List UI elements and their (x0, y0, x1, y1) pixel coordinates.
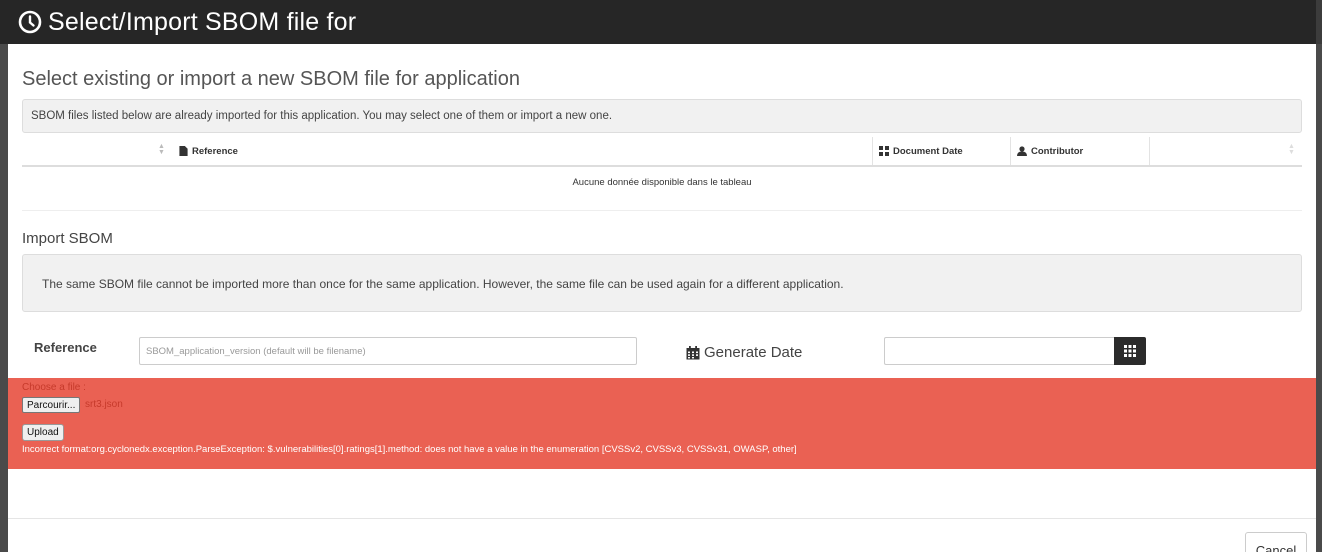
browse-file-button[interactable]: Parcourir... (22, 397, 81, 413)
sbom-table-header: ▲ ▼ Reference Document Date Contributor ▲… (22, 137, 1302, 167)
column-divider (872, 137, 873, 165)
table-empty-row: Aucune donnée disponible dans le tableau (22, 169, 1302, 211)
modal-header: Select/Import SBOM file for (0, 0, 1316, 44)
column-reference[interactable]: Reference (179, 137, 238, 165)
select-existing-title: Select existing or import a new SBOM fil… (22, 68, 520, 90)
existing-info-box: SBOM files listed below are already impo… (22, 99, 1302, 133)
choose-file-label: Choose a file : (22, 382, 86, 393)
column-contributor-label: Contributor (1031, 145, 1084, 157)
grid-icon (879, 146, 889, 156)
file-icon (179, 146, 188, 156)
calendar-icon (686, 345, 700, 359)
column-divider (1149, 137, 1150, 165)
calendar-grid-icon (1124, 345, 1136, 357)
column-document-date-label: Document Date (893, 145, 963, 157)
upload-button[interactable]: Upload (22, 424, 64, 441)
upload-error-message: Incorrect format:org.cyclonedx.exception… (22, 444, 797, 455)
modal-backdrop-right (1316, 44, 1322, 552)
import-note-box: The same SBOM file cannot be imported mo… (22, 254, 1302, 312)
modal-body: Select existing or import a new SBOM fil… (8, 44, 1316, 552)
column-divider (1010, 137, 1011, 165)
sort-arrows-icon[interactable]: ▲ ▼ (1288, 143, 1295, 156)
sort-arrows-icon[interactable]: ▲ ▼ (158, 143, 165, 156)
column-reference-label: Reference (192, 145, 238, 157)
date-picker-button[interactable] (1114, 337, 1146, 365)
generate-date-input[interactable] (884, 337, 1116, 365)
clock-icon (18, 10, 42, 34)
cancel-button[interactable]: Cancel (1245, 532, 1307, 552)
reference-input[interactable] (139, 337, 637, 365)
modal-backdrop-left (0, 44, 8, 552)
import-sbom-title: Import SBOM (22, 230, 113, 247)
modal-title: Select/Import SBOM file for (48, 7, 357, 36)
column-document-date[interactable]: Document Date (879, 137, 963, 165)
user-icon (1017, 146, 1027, 156)
selected-file-name: srt3.json (85, 399, 123, 410)
reference-label: Reference (34, 340, 97, 355)
column-contributor[interactable]: Contributor (1017, 137, 1083, 165)
modal-footer-divider (8, 518, 1316, 519)
generate-date-text: Generate Date (704, 344, 803, 361)
upload-error-panel: Choose a file : Parcourir... srt3.json U… (8, 378, 1316, 469)
generate-date-label: Generate Date (686, 344, 802, 361)
